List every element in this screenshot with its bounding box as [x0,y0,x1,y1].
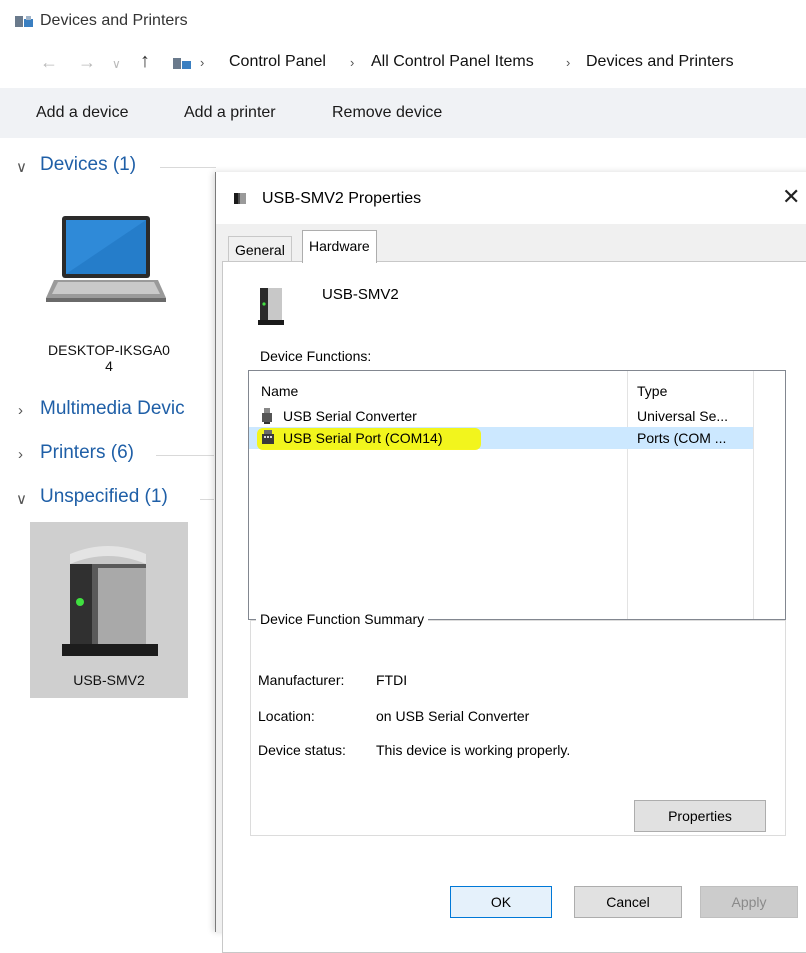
chevron-down-icon[interactable]: ∨ [16,490,27,508]
breadcrumb-separator-icon[interactable]: › [350,55,354,70]
devices-printers-app-icon [15,16,33,27]
laptop-icon[interactable] [44,214,168,306]
ok-button[interactable]: OK [450,886,552,918]
add-device-button[interactable]: Add a device [36,104,129,122]
computer-device-label: DESKTOP-IKSGA0 4 [48,342,170,374]
manufacturer-label: Manufacturer: [258,672,345,688]
cancel-button[interactable]: Cancel [574,886,682,918]
external-drive-icon [258,288,284,325]
breadcrumb-item[interactable]: All Control Panel Items [371,53,534,71]
group-printers-header[interactable]: Printers (6) [40,442,134,464]
window-titlebar: Devices and Printers [0,0,806,44]
external-drive-icon [62,546,158,656]
group-devices-header[interactable]: Devices (1) [40,154,136,176]
list-item[interactable]: USB Serial Converter Universal Se... [249,405,753,427]
control-panel-icon [173,58,191,69]
navigation-bar: ← → ∨ ↑ › Control Panel › All Control Pa… [0,44,806,84]
chevron-right-icon[interactable]: › [18,446,23,463]
device-name: USB-SMV2 [322,286,399,303]
breadcrumb-separator-icon[interactable]: › [200,55,204,70]
device-status-value: This device is working properly. [376,742,571,758]
tab-hardware[interactable]: Hardware [302,230,377,263]
usb-device-label: USB-SMV2 [73,672,145,688]
group-divider [156,455,214,456]
window-title: Devices and Printers [40,12,188,29]
dialog-title: USB-SMV2 Properties [262,190,422,207]
column-divider[interactable] [753,371,754,619]
close-icon[interactable]: ✕ [782,184,800,210]
device-functions-list[interactable]: Name Type USB Serial Converter Universal… [248,370,786,620]
row-name: USB Serial Converter [283,408,417,424]
usb-device-tile[interactable]: USB-SMV2 [30,522,188,698]
breadcrumb-item[interactable]: Control Panel [229,53,326,71]
group-multimedia-header[interactable]: Multimedia Devic [40,398,185,420]
breadcrumb-separator-icon[interactable]: › [566,55,570,70]
manufacturer-value: FTDI [376,672,408,688]
properties-dialog: USB-SMV2 Properties ✕ General Hardware U… [215,172,806,953]
device-functions-label: Device Functions: [260,348,372,364]
row-type: Universal Se... [637,408,729,424]
device-icon [234,193,246,204]
command-bar: Add a device Add a printer Remove device [0,88,806,138]
recent-locations-chevron-icon[interactable]: ∨ [112,57,121,71]
chevron-right-icon[interactable]: › [18,402,23,419]
add-printer-button[interactable]: Add a printer [184,104,276,122]
apply-button[interactable]: Apply [700,886,798,918]
row-type: Ports (COM ... [637,430,727,446]
forward-arrow-icon[interactable]: → [78,52,96,73]
summary-title: Device Function Summary [256,611,429,627]
chevron-down-icon[interactable]: ∨ [16,158,27,176]
back-arrow-icon[interactable]: ← [40,52,58,73]
serial-port-icon [262,430,274,444]
row-name: USB Serial Port (COM14) [283,430,443,446]
group-divider [200,499,214,500]
up-arrow-icon[interactable]: ↑ [140,50,150,73]
location-value: on USB Serial Converter [376,708,530,724]
device-status-label: Device status: [258,742,346,758]
breadcrumb-item[interactable]: Devices and Printers [586,53,734,71]
tab-general[interactable]: General [228,236,292,263]
list-item-selected[interactable]: USB Serial Port (COM14) Ports (COM ... [249,427,753,450]
group-unspecified-header[interactable]: Unspecified (1) [40,486,168,508]
column-header-type[interactable]: Type [637,383,667,399]
column-header-name[interactable]: Name [261,383,298,399]
usb-plug-icon [262,408,272,424]
dialog-titlebar: USB-SMV2 Properties ✕ [216,172,806,224]
location-label: Location: [258,708,315,724]
properties-button[interactable]: Properties [634,800,766,832]
group-divider [160,167,216,168]
remove-device-button[interactable]: Remove device [332,104,442,122]
